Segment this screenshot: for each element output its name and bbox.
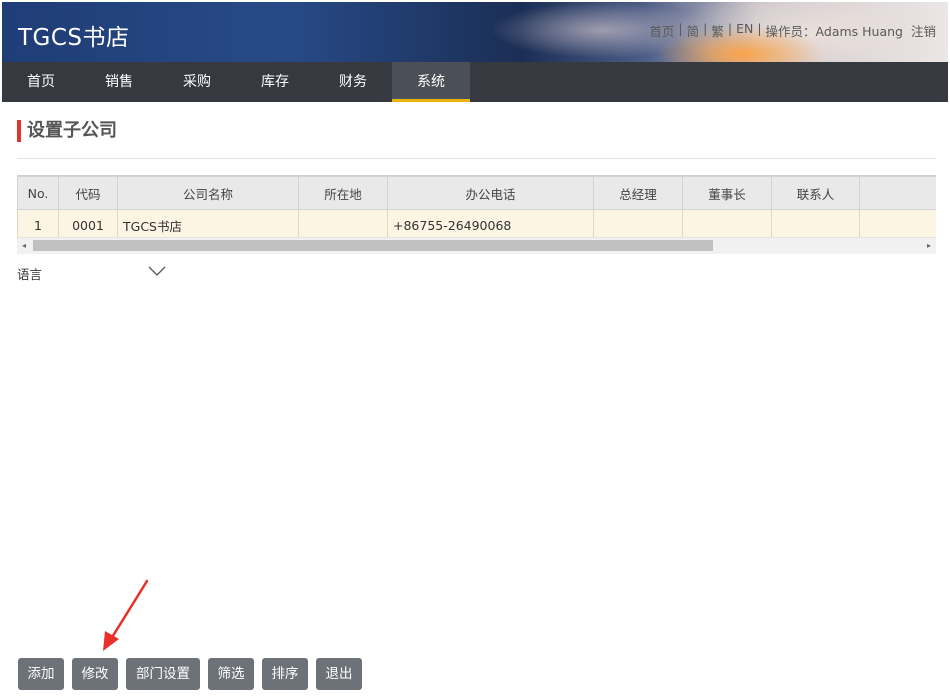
column-header-location[interactable]: 所在地 xyxy=(298,176,388,210)
column-header-company-name[interactable]: 公司名称 xyxy=(117,176,299,210)
cell-location xyxy=(298,209,388,238)
nav-item-finance[interactable]: 财务 xyxy=(314,62,392,102)
cell-chairman xyxy=(682,209,772,238)
column-header-contact-phone[interactable]: 联系 xyxy=(859,176,936,210)
cell-contact xyxy=(771,209,860,238)
filter-button[interactable]: 筛选 xyxy=(208,658,254,690)
scroll-left-icon[interactable]: ◂ xyxy=(17,238,31,254)
chevron-down-icon[interactable] xyxy=(147,265,167,277)
column-header-no[interactable]: No. xyxy=(17,176,59,210)
main-nav: 首页 销售 采购 库存 财务 系统 xyxy=(2,62,948,102)
divider xyxy=(17,158,936,159)
separator: | xyxy=(678,21,683,36)
separator: | xyxy=(703,21,708,36)
cell-no: 1 xyxy=(17,209,59,238)
cell-contact-phone xyxy=(859,209,936,238)
scroll-right-icon[interactable]: ▸ xyxy=(922,238,936,254)
company-table: No. 代码 公司名称 所在地 办公电话 总经理 董事长 联系人 联系 1 00… xyxy=(17,176,936,238)
column-header-office-phone[interactable]: 办公电话 xyxy=(387,176,594,210)
exit-button[interactable]: 退出 xyxy=(316,658,362,690)
column-header-general-manager[interactable]: 总经理 xyxy=(593,176,683,210)
add-button[interactable]: 添加 xyxy=(18,658,64,690)
table-row[interactable]: 1 0001 TGCS书店 +86755-26490068 xyxy=(17,209,936,238)
edit-button[interactable]: 修改 xyxy=(72,658,118,690)
column-header-contact[interactable]: 联系人 xyxy=(771,176,860,210)
horizontal-scrollbar[interactable]: ◂ ▸ xyxy=(17,237,936,254)
column-header-code[interactable]: 代码 xyxy=(58,176,118,210)
page-title: 设置子公司 xyxy=(17,120,117,142)
lang-simplified-link[interactable]: 简 xyxy=(687,21,700,40)
top-link-home[interactable]: 首页 xyxy=(649,21,674,40)
nav-item-inventory[interactable]: 库存 xyxy=(236,62,314,102)
sort-button[interactable]: 排序 xyxy=(262,658,308,690)
nav-item-sales[interactable]: 销售 xyxy=(80,62,158,102)
nav-item-system[interactable]: 系统 xyxy=(392,62,470,102)
cell-general-manager xyxy=(593,209,683,238)
nav-item-purchase[interactable]: 采购 xyxy=(158,62,236,102)
brand-logo: TGCS书店 xyxy=(18,25,130,51)
table-header-row: No. 代码 公司名称 所在地 办公电话 总经理 董事长 联系人 联系 xyxy=(17,176,936,210)
company-table-viewport: No. 代码 公司名称 所在地 办公电话 总经理 董事长 联系人 联系 1 00… xyxy=(17,175,936,238)
cell-company-name: TGCS书店 xyxy=(117,209,299,238)
department-settings-button[interactable]: 部门设置 xyxy=(126,658,200,690)
annotation-arrow-icon xyxy=(103,579,149,651)
language-label: 语言 xyxy=(17,267,43,282)
separator: | xyxy=(727,21,733,36)
separator: | xyxy=(757,21,762,36)
column-header-chairman[interactable]: 董事长 xyxy=(682,176,772,210)
scrollbar-thumb[interactable] xyxy=(33,240,713,251)
header-banner: TGCS书店 首页 | 简 | 繁 | EN | 操作员：Adams Huang… xyxy=(2,2,948,62)
nav-item-home[interactable]: 首页 xyxy=(2,62,80,102)
cell-office-phone: +86755-26490068 xyxy=(387,209,594,238)
cell-code: 0001 xyxy=(58,209,118,238)
lang-english-link[interactable]: EN xyxy=(736,21,753,40)
top-links: 首页 | 简 | 繁 | EN | 操作员：Adams Huang 注销 xyxy=(649,21,936,40)
lang-traditional-link[interactable]: 繁 xyxy=(711,21,724,40)
logout-link[interactable]: 注销 xyxy=(911,21,936,40)
operator-label: 操作员：Adams Huang xyxy=(765,24,903,39)
